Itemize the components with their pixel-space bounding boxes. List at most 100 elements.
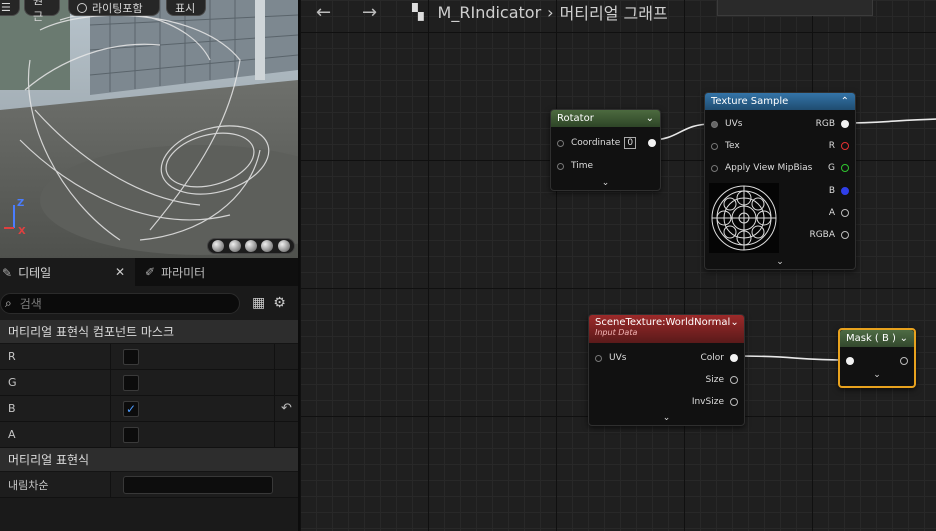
prop-desc-label: 내림차순 xyxy=(0,472,111,497)
pin-out-icon[interactable] xyxy=(841,231,849,239)
search-placeholder: 검색 xyxy=(19,296,42,311)
pin-mask-in[interactable] xyxy=(846,357,854,365)
node-mask[interactable]: Mask ( B ) ⌄ ⌄ xyxy=(838,328,916,388)
node-scene-subtitle: Input Data xyxy=(595,328,638,337)
pin-rgba[interactable]: RGBA xyxy=(809,230,849,240)
tab-parameters[interactable]: ✐ 파라미터 xyxy=(135,258,215,286)
pin-uvs-label: UVs xyxy=(725,119,743,129)
wire-rgb-out xyxy=(843,118,936,124)
pin-scene-uvs-label: UVs xyxy=(609,353,627,363)
prop-row-a: A xyxy=(0,422,298,448)
node-rotator-title: Rotator xyxy=(557,113,594,124)
details-panel: ✎ 디테일 ✕ ✐ 파라미터 ⌕ 검색 ▦ ⚙ 머티리얼 표현식 컴포넌트 마스크… xyxy=(0,258,298,531)
pin-a-label: A xyxy=(828,208,835,218)
pin-out-red-icon[interactable] xyxy=(841,142,849,150)
table-view-icon[interactable]: ▦ xyxy=(252,295,265,311)
node-texture-sample[interactable]: Texture Sample ⌃ UVs Tex Apply View MipB… xyxy=(704,92,856,270)
coordinate-value-field[interactable]: 0 xyxy=(624,137,637,149)
chevron-down-icon[interactable]: ⌄ xyxy=(646,113,654,124)
pin-mask-out[interactable] xyxy=(894,357,908,365)
pin-in-icon xyxy=(595,354,602,362)
pin-tex[interactable]: Tex xyxy=(711,141,740,151)
pin-coordinate[interactable]: Coordinate 0 xyxy=(557,137,657,149)
reset-to-default-icon[interactable]: ↶ xyxy=(274,396,298,421)
pin-g[interactable]: G xyxy=(828,163,849,173)
section-component-mask[interactable]: 머티리얼 표현식 컴포넌트 마스크 xyxy=(0,320,298,344)
show-label: 표시 xyxy=(175,1,196,15)
pin-invsize[interactable]: InvSize xyxy=(692,397,738,407)
preview-plane-icon[interactable] xyxy=(244,240,257,252)
details-tabbar: ✎ 디테일 ✕ ✐ 파라미터 xyxy=(0,258,298,286)
viewport-menu-button[interactable]: ☰ xyxy=(0,0,20,16)
lit-mode-button[interactable]: 라이팅포함 xyxy=(68,0,160,16)
perspective-button[interactable]: 원근 xyxy=(24,0,60,23)
prop-a-checkbox[interactable] xyxy=(123,426,139,443)
material-graph-canvas[interactable]: ← → ▚ M_RIndicator › 머티리얼 그래프 Rotator ⌄ … xyxy=(298,0,936,531)
lit-mode-label: 라이팅포함 xyxy=(92,1,143,15)
pin-out-icon[interactable] xyxy=(648,139,657,147)
node-mask-header: Mask ( B ) ⌄ xyxy=(840,330,914,347)
node-rotator[interactable]: Rotator ⌄ Coordinate 0 Time ⌄ xyxy=(550,109,661,191)
prop-r-checkbox[interactable] xyxy=(123,348,139,365)
tab-details[interactable]: ✎ 디테일 ✕ xyxy=(0,258,135,286)
node-texture-header: Texture Sample ⌃ xyxy=(705,93,855,110)
pin-color-label: Color xyxy=(700,353,725,363)
prop-row-g: G xyxy=(0,370,298,396)
chevron-down-icon[interactable]: ⌄ xyxy=(900,333,908,344)
preview-cylinder-icon[interactable] xyxy=(212,240,225,252)
material-preview-viewport[interactable]: ☰ 원근 라이팅포함 표시 Z X xyxy=(0,0,298,258)
pin-out-icon[interactable] xyxy=(730,376,738,384)
pin-out-green-icon[interactable] xyxy=(841,164,849,172)
prop-g-checkbox[interactable] xyxy=(123,374,139,391)
pin-in-icon[interactable] xyxy=(846,357,854,365)
close-icon[interactable]: ✕ xyxy=(115,265,125,279)
expand-chevron-icon[interactable]: ⌄ xyxy=(589,413,744,423)
pin-mipbias[interactable]: Apply View MipBias xyxy=(711,163,812,173)
pin-b[interactable]: B xyxy=(829,186,849,196)
expand-chevron-icon[interactable]: ⌄ xyxy=(705,257,855,267)
show-button[interactable]: 표시 xyxy=(166,0,206,16)
expand-chevron-icon[interactable]: ⌄ xyxy=(840,370,914,380)
pin-scene-uvs[interactable]: UVs xyxy=(595,353,626,363)
pin-g-label: G xyxy=(828,163,835,173)
pin-out-icon[interactable] xyxy=(841,209,849,217)
pin-out-icon[interactable] xyxy=(900,357,908,365)
desc-text-field[interactable] xyxy=(123,475,273,494)
chevron-down-icon[interactable]: ⌄ xyxy=(730,317,738,328)
node-mask-title: Mask ( B ) xyxy=(846,333,896,344)
pin-in-icon xyxy=(711,120,718,128)
pin-size[interactable]: Size xyxy=(706,375,738,385)
pin-time-label: Time xyxy=(571,161,594,171)
pin-out-blue-icon[interactable] xyxy=(841,187,849,195)
preview-sphere-icon[interactable] xyxy=(228,240,241,252)
section-material-expression[interactable]: 머티리얼 표현식 xyxy=(0,448,298,472)
expand-chevron-icon[interactable]: ⌄ xyxy=(551,178,660,188)
node-scene-title: SceneTexture:WorldNormal xyxy=(595,317,731,328)
pin-out-icon[interactable] xyxy=(730,354,738,362)
preview-mesh-selector[interactable] xyxy=(207,238,295,254)
preview-teapot-icon[interactable] xyxy=(277,240,290,252)
pin-out-icon[interactable] xyxy=(841,120,849,128)
pin-color[interactable]: Color xyxy=(700,353,738,363)
axis-z-label: Z xyxy=(17,198,25,209)
pin-r-label: R xyxy=(828,141,835,151)
perspective-label: 원근 xyxy=(33,0,44,23)
preview-cube-icon[interactable] xyxy=(261,240,274,252)
node-scene-texture[interactable]: SceneTexture:WorldNormal ⌄ Input Data UV… xyxy=(588,314,745,426)
prop-row-desc: 내림차순 xyxy=(0,472,298,498)
pin-uvs[interactable]: UVs xyxy=(711,119,742,129)
gear-icon[interactable]: ⚙ xyxy=(273,295,286,311)
tab-parameters-label: 파라미터 xyxy=(161,265,206,280)
pin-out-icon[interactable] xyxy=(730,398,738,406)
details-search-input[interactable]: ⌕ 검색 xyxy=(0,292,240,314)
pin-rgb[interactable]: RGB xyxy=(816,119,849,129)
axis-x-label: X xyxy=(18,226,26,237)
prop-row-b: B ✓ ↶ xyxy=(0,396,298,422)
prop-b-checkbox[interactable]: ✓ xyxy=(123,400,139,417)
pin-rgb-label: RGB xyxy=(815,119,835,129)
pin-a[interactable]: A xyxy=(829,208,849,218)
pin-time[interactable]: Time xyxy=(557,161,593,171)
chevron-up-icon[interactable]: ⌃ xyxy=(841,96,849,107)
pin-r[interactable]: R xyxy=(829,141,849,151)
checkmark-icon: ✓ xyxy=(125,401,137,416)
